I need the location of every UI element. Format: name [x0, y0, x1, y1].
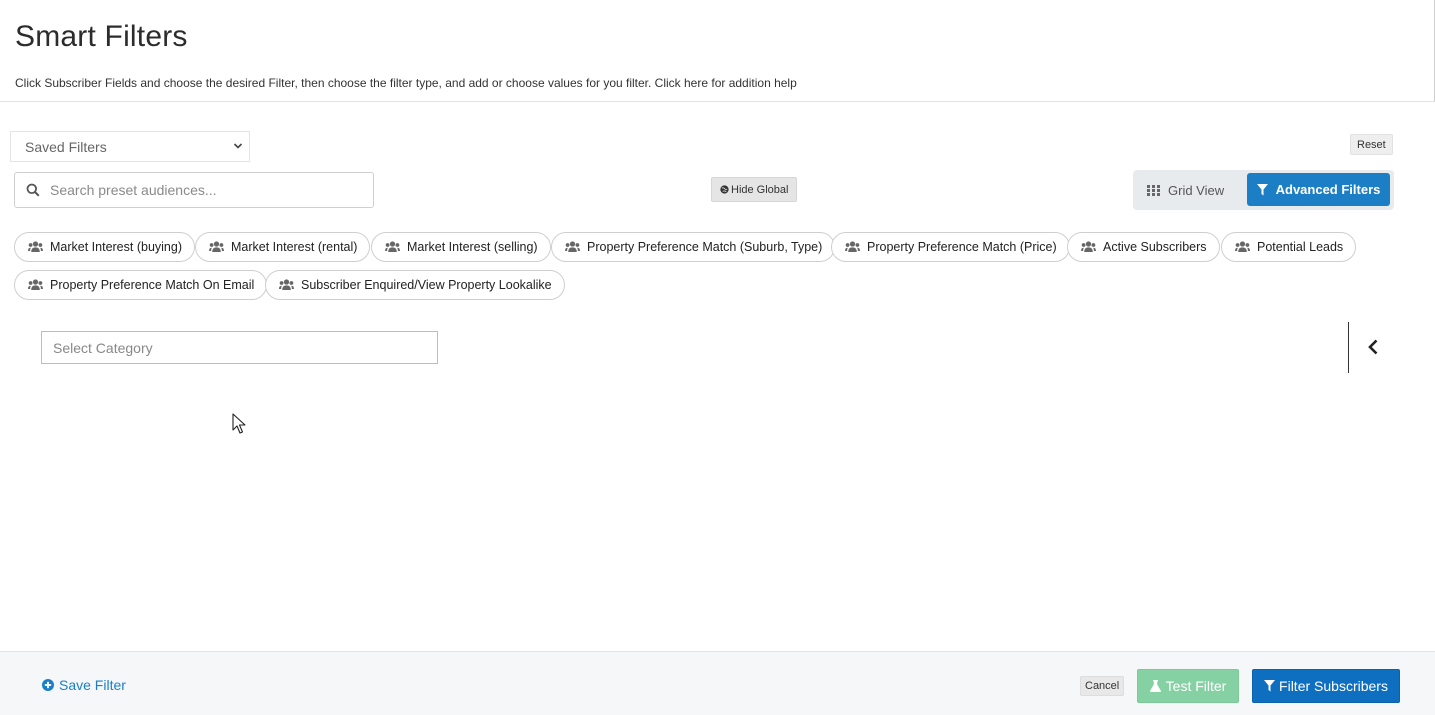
preset-label: Market Interest (buying): [50, 240, 182, 254]
chevron-left-icon: [1368, 339, 1378, 355]
preset-potential-leads[interactable]: Potential Leads: [1221, 232, 1357, 262]
preset-label: Property Preference Match (Suburb, Type): [587, 240, 823, 254]
collapse-panel-button[interactable]: [1364, 337, 1382, 357]
preset-market-interest-rental[interactable]: Market Interest (rental): [195, 232, 371, 262]
select-category-dropdown[interactable]: Select Category: [41, 331, 438, 364]
preset-label: Potential Leads: [1257, 240, 1344, 254]
preset-label: Active Subscribers: [1103, 240, 1207, 254]
cancel-button[interactable]: Cancel: [1080, 676, 1125, 696]
users-icon: [565, 241, 580, 252]
users-icon: [1081, 241, 1096, 252]
page-subtitle: Click Subscriber Fields and choose the d…: [15, 76, 797, 90]
chevron-down-icon: [233, 143, 243, 149]
users-icon: [28, 279, 43, 290]
panel-divider: [1348, 322, 1349, 373]
preset-market-interest-buying[interactable]: Market Interest (buying): [14, 232, 195, 262]
save-filter-button[interactable]: Save Filter: [42, 677, 126, 693]
test-filter-label: Test Filter: [1165, 678, 1227, 694]
users-icon: [279, 279, 294, 290]
search-icon: [26, 183, 40, 197]
select-category-placeholder: Select Category: [53, 339, 153, 356]
preset-subscriber-enquired-lookalike[interactable]: Subscriber Enquired/View Property Lookal…: [265, 270, 565, 300]
grid-view-label: Grid View: [1168, 182, 1225, 198]
preset-active-subscribers[interactable]: Active Subscribers: [1067, 232, 1220, 262]
filter-subscribers-label: Filter Subscribers: [1279, 678, 1388, 694]
preset-label: Property Preference Match (Price): [867, 240, 1057, 254]
globe-icon: [720, 185, 729, 194]
preset-property-preference-email[interactable]: Property Preference Match On Email: [14, 270, 268, 300]
saved-filters-value: Saved Filters: [25, 138, 107, 155]
view-toggle: Grid View Advanced Filters: [1133, 170, 1394, 210]
preset-property-preference-price[interactable]: Property Preference Match (Price): [831, 232, 1070, 262]
advanced-filters-label: Advanced Filters: [1275, 182, 1381, 197]
footer-bar: Save Filter Cancel Test Filter Filter Su…: [0, 651, 1435, 715]
users-icon: [1235, 241, 1250, 252]
flask-icon: [1149, 680, 1161, 692]
search-presets-field[interactable]: [14, 172, 374, 208]
filter-icon: [1264, 680, 1276, 692]
reset-button[interactable]: Reset: [1350, 134, 1393, 155]
users-icon: [28, 241, 43, 252]
users-icon: [385, 241, 400, 252]
preset-label: Market Interest (selling): [407, 240, 538, 254]
preset-market-interest-selling[interactable]: Market Interest (selling): [371, 232, 551, 262]
advanced-filters-button[interactable]: Advanced Filters: [1247, 173, 1390, 206]
page-title: Smart Filters: [15, 20, 188, 53]
users-icon: [209, 241, 224, 252]
mouse-cursor-icon: [232, 413, 246, 434]
grid-view-button[interactable]: Grid View: [1147, 178, 1224, 202]
test-filter-button[interactable]: Test Filter: [1137, 669, 1239, 703]
search-presets-input[interactable]: [50, 182, 340, 198]
preset-property-preference-suburb-type[interactable]: Property Preference Match (Suburb, Type): [551, 232, 836, 262]
preset-label: Market Interest (rental): [231, 240, 358, 254]
filter-icon: [1256, 183, 1268, 195]
saved-filters-select[interactable]: Saved Filters: [10, 131, 250, 162]
preset-label: Subscriber Enquired/View Property Lookal…: [301, 278, 552, 292]
hide-global-button[interactable]: Hide Global: [711, 177, 798, 202]
users-icon: [845, 241, 860, 252]
hide-global-label: Hide Global: [731, 183, 789, 196]
save-filter-label: Save Filter: [59, 677, 126, 693]
preset-label: Property Preference Match On Email: [50, 278, 255, 292]
page-header: Smart Filters Click Subscriber Fields an…: [0, 0, 1435, 102]
filter-subscribers-button[interactable]: Filter Subscribers: [1252, 669, 1400, 703]
plus-circle-icon: [42, 679, 54, 691]
grid-icon: [1147, 184, 1160, 196]
